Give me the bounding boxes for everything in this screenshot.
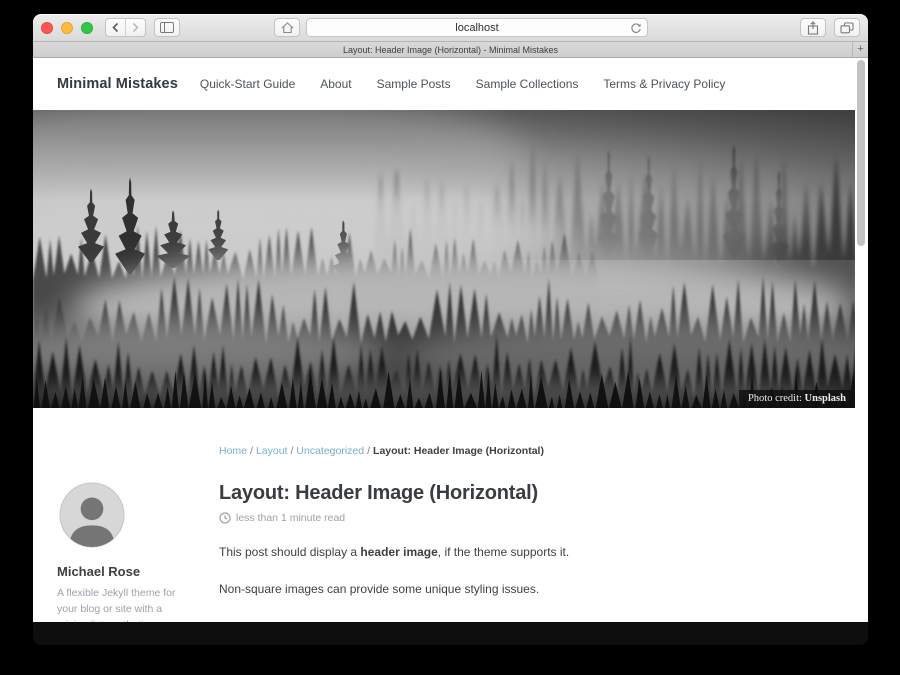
nav-link-sample-collections[interactable]: Sample Collections xyxy=(476,77,579,91)
read-time: less than 1 minute read xyxy=(236,512,345,524)
browser-toolbar: localhost xyxy=(33,14,868,42)
share-icon xyxy=(807,21,819,35)
avatar xyxy=(59,482,125,548)
article: Layout: Header Image (Horizontal) less t… xyxy=(219,482,831,622)
tab-overview-button[interactable] xyxy=(834,18,860,37)
nav-link-about[interactable]: About xyxy=(320,77,351,91)
url-text: localhost xyxy=(455,22,498,34)
traffic-lights xyxy=(41,22,93,34)
author-sidebar: Michael Rose A flexible Jekyll theme for… xyxy=(57,482,207,622)
zoom-window-button[interactable] xyxy=(81,22,93,34)
active-tab[interactable]: Layout: Header Image (Horizontal) - Mini… xyxy=(343,45,558,55)
page-viewport: Minimal Mistakes Quick-Start Guide About… xyxy=(33,58,868,622)
history-nav-group xyxy=(105,18,146,37)
primary-nav: Quick-Start Guide About Sample Posts Sam… xyxy=(200,77,726,91)
page-title: Layout: Header Image (Horizontal) xyxy=(219,482,831,505)
tabs-icon xyxy=(840,22,854,34)
forward-button[interactable] xyxy=(125,19,145,36)
breadcrumb-link-uncategorized[interactable]: Uncategorized xyxy=(296,445,364,457)
sidebar-icon xyxy=(160,22,174,33)
minimize-window-button[interactable] xyxy=(61,22,73,34)
avatar-head xyxy=(81,497,104,520)
breadcrumb-separator: / xyxy=(250,445,253,457)
close-window-button[interactable] xyxy=(41,22,53,34)
paragraph: This post tests a horizontal header imag… xyxy=(219,619,831,622)
browser-window: localhost Layout: Header Image (Horizont… xyxy=(33,14,868,645)
breadcrumb-link-layout[interactable]: Layout xyxy=(256,445,288,457)
breadcrumb-separator: / xyxy=(290,445,293,457)
nav-link-sample-posts[interactable]: Sample Posts xyxy=(377,77,451,91)
chevron-left-icon xyxy=(111,22,120,33)
photo-credit-source: Unsplash xyxy=(805,393,846,404)
site-logo[interactable]: Minimal Mistakes xyxy=(57,76,178,92)
home-icon xyxy=(281,22,294,34)
clock-icon xyxy=(219,512,231,524)
author-name: Michael Rose xyxy=(57,564,207,579)
post-meta: less than 1 minute read xyxy=(219,512,831,524)
breadcrumb-current: Layout: Header Image (Horizontal) xyxy=(373,445,544,457)
breadcrumb-link-home[interactable]: Home xyxy=(219,445,247,457)
window-bottom xyxy=(33,622,868,644)
new-tab-button[interactable]: + xyxy=(852,42,868,57)
masthead: Minimal Mistakes Quick-Start Guide About… xyxy=(33,58,855,110)
refresh-icon xyxy=(630,23,642,35)
page-body: Home/Layout/Uncategorized/Layout: Header… xyxy=(33,445,855,622)
header-image: Photo credit: Unsplash xyxy=(33,110,855,408)
breadcrumb: Home/Layout/Uncategorized/Layout: Header… xyxy=(219,445,831,457)
sidebar-toggle-button[interactable] xyxy=(154,18,180,37)
photo-credit-label: Photo credit: xyxy=(748,393,802,404)
paragraph: This post should display a header image,… xyxy=(219,544,831,561)
address-bar[interactable]: localhost xyxy=(306,18,648,37)
vertical-scrollbar-thumb[interactable] xyxy=(857,60,865,246)
refresh-button[interactable] xyxy=(630,22,642,40)
author-bio: A flexible Jekyll theme for your blog or… xyxy=(57,586,185,622)
nav-link-terms[interactable]: Terms & Privacy Policy xyxy=(603,77,725,91)
tab-bar: Layout: Header Image (Horizontal) - Mini… xyxy=(33,42,868,58)
back-button[interactable] xyxy=(106,19,125,36)
nav-link-quick-start[interactable]: Quick-Start Guide xyxy=(200,77,295,91)
foggy-forest-art xyxy=(33,110,855,408)
home-button[interactable] xyxy=(274,18,300,37)
share-button[interactable] xyxy=(800,18,826,37)
breadcrumb-separator: / xyxy=(367,445,370,457)
photo-credit-caption: Photo credit: Unsplash xyxy=(739,390,855,408)
paragraph: Non-square images can provide some uniqu… xyxy=(219,581,831,598)
chevron-right-icon xyxy=(131,22,140,33)
